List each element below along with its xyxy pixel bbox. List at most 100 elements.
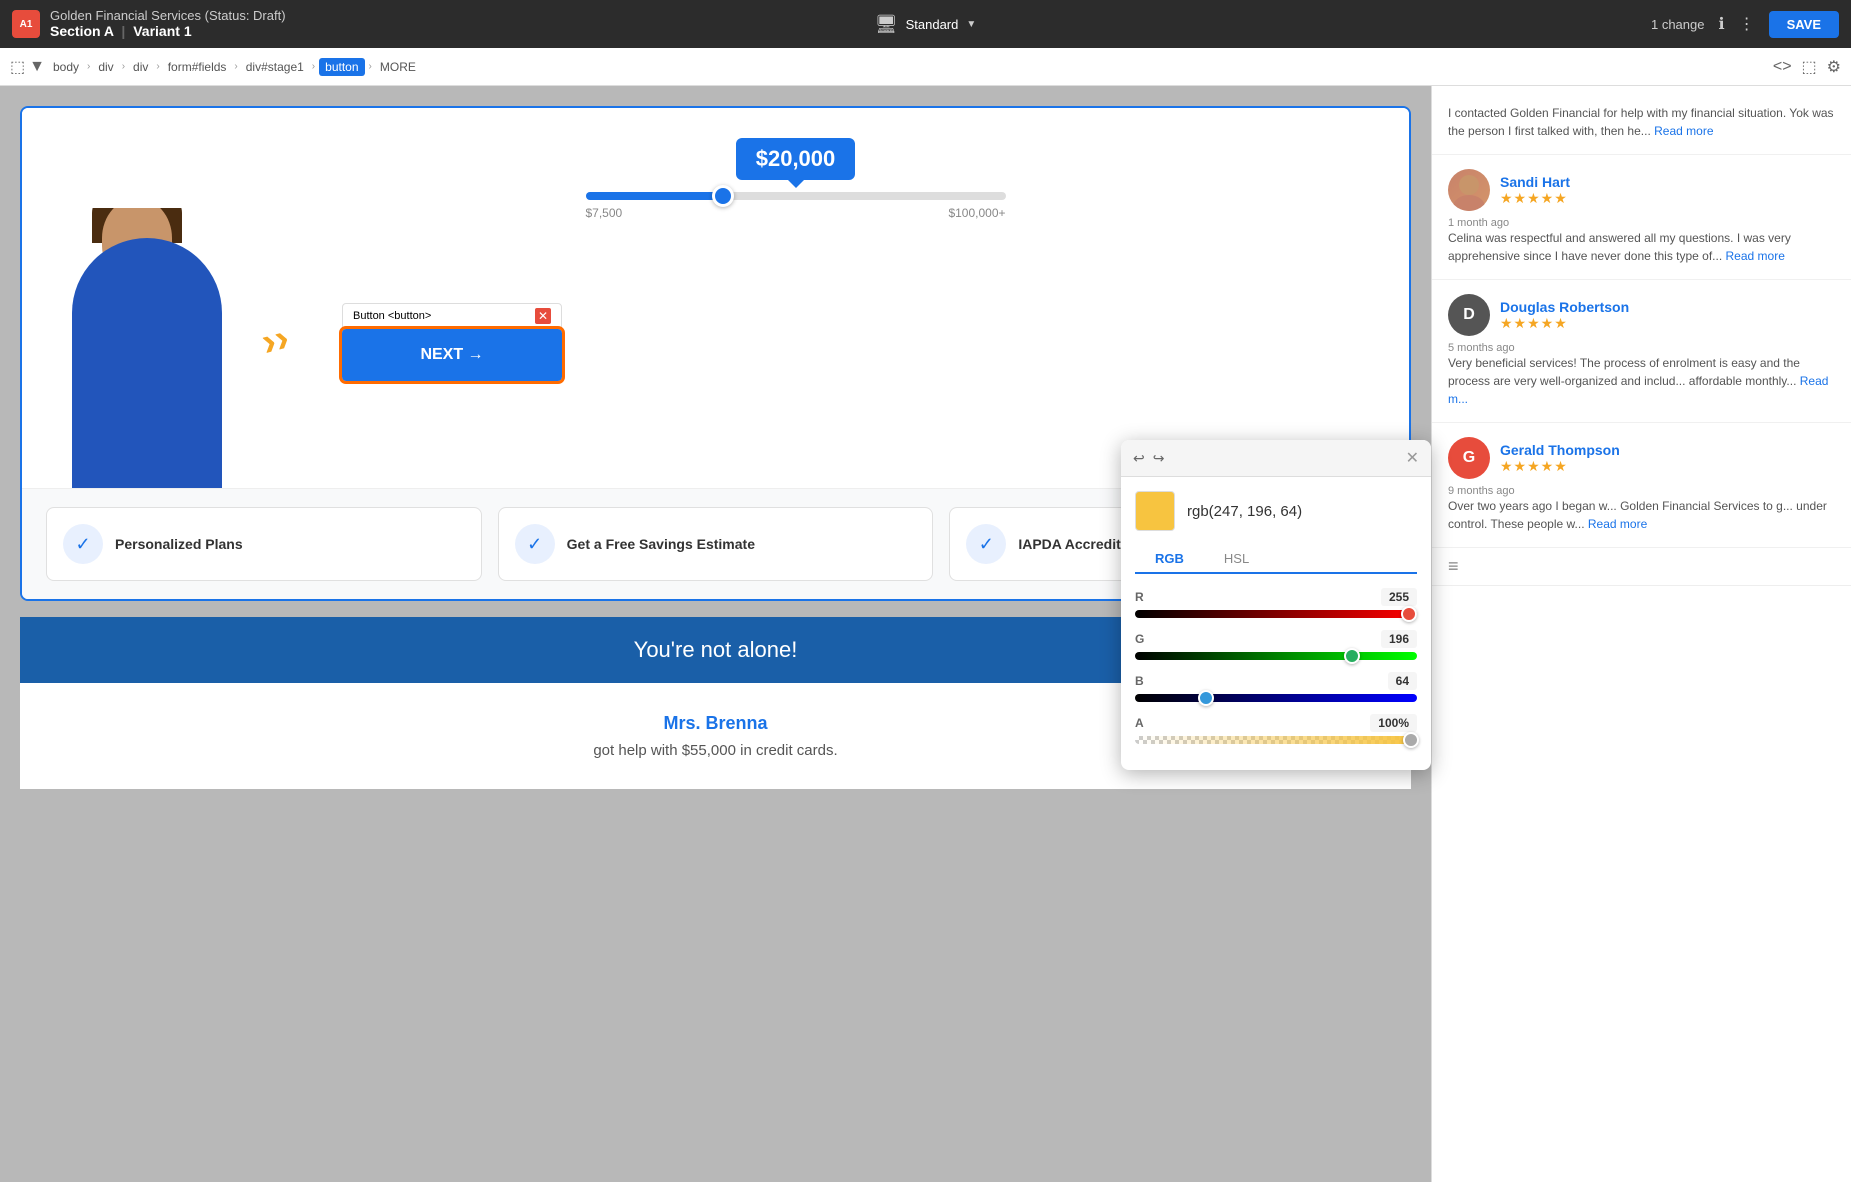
slider-section: $20,000 $7,500 $100,000+	[222, 138, 1369, 260]
check-icon-1: ✓	[63, 524, 103, 564]
slider-fill	[586, 192, 720, 200]
breadcrumb: ⬚ ▼ body › div › div › form#fields › div…	[0, 48, 1851, 86]
align-icon[interactable]: ≡	[1448, 556, 1459, 577]
section-title: Section A | Variant 1	[50, 23, 286, 40]
review-info-gerald: Gerald Thompson ★★★★★	[1500, 442, 1620, 475]
review-header-gerald: G Gerald Thompson ★★★★★	[1448, 437, 1835, 479]
right-panel: I contacted Golden Financial for help wi…	[1431, 86, 1851, 1182]
cp-label-b: B	[1135, 674, 1144, 688]
tooltip-close-button[interactable]: ✕	[535, 308, 551, 324]
debt-slider[interactable]	[586, 192, 1006, 200]
cp-redo-button[interactable]: ↪	[1153, 450, 1165, 467]
cp-label-r: R	[1135, 590, 1144, 604]
info-icon[interactable]: ℹ	[1718, 14, 1724, 34]
review-text-sandi: Celina was respectful and answered all m…	[1448, 229, 1835, 265]
amount-display: $20,000	[736, 138, 856, 180]
cp-tab-hsl[interactable]: HSL	[1204, 545, 1269, 572]
app-status: Golden Financial Services (Status: Draft…	[50, 8, 286, 24]
cp-label-g: G	[1135, 632, 1144, 646]
cp-preview-row: rgb(247, 196, 64)	[1135, 491, 1417, 531]
reviewer-name-gerald: Gerald Thompson	[1500, 442, 1620, 458]
cp-label-a: A	[1135, 716, 1144, 730]
top-bar-right: 1 change ℹ ⋮ SAVE	[1651, 11, 1839, 38]
cp-undo-button[interactable]: ↩	[1133, 450, 1145, 467]
review-item-gerald: G Gerald Thompson ★★★★★ 9 months ago Ove…	[1432, 423, 1851, 548]
main-layout: $20,000 $7,500 $100,000+	[0, 86, 1851, 1182]
breadcrumb-form[interactable]: form#fields	[164, 58, 231, 76]
avatar-sandi-img	[1448, 169, 1490, 211]
review-text-gerald: Over two years ago I began w... Golden F…	[1448, 497, 1835, 533]
button-tooltip-wrapper: Button <button> ✕ NEXT →	[342, 303, 562, 381]
review-text-first: I contacted Golden Financial for help wi…	[1448, 104, 1835, 140]
slider-thumb[interactable]	[712, 185, 734, 207]
cp-value-r: 255	[1381, 588, 1417, 606]
code-view-icon[interactable]: <>	[1773, 58, 1792, 76]
cp-thumb-b[interactable]	[1198, 690, 1214, 706]
cp-thumb-r[interactable]	[1401, 606, 1417, 622]
cp-track-r[interactable]	[1135, 610, 1417, 618]
avatar-gerald: G	[1448, 437, 1490, 479]
slider-labels: $7,500 $100,000+	[586, 206, 1006, 220]
stars-gerald: ★★★★★	[1500, 458, 1620, 475]
cp-value-g: 196	[1381, 630, 1417, 648]
woman-image	[52, 208, 252, 488]
cp-thumb-g[interactable]	[1344, 648, 1360, 664]
stars-douglas: ★★★★★	[1500, 315, 1629, 332]
check-icon-3: ✓	[966, 524, 1006, 564]
feature-savings-estimate: ✓ Get a Free Savings Estimate	[498, 507, 934, 581]
review-time-gerald: 9 months ago	[1448, 485, 1835, 497]
cp-tab-rgb[interactable]: RGB	[1135, 545, 1204, 574]
read-more-sandi[interactable]: Read more	[1726, 249, 1785, 263]
breadcrumb-div1[interactable]: div	[94, 58, 117, 76]
color-swatch[interactable]	[1135, 491, 1175, 531]
feature-personalized-plans: ✓ Personalized Plans	[46, 507, 482, 581]
device-view-icon[interactable]: ⬚	[1802, 57, 1817, 77]
more-options-icon[interactable]: ⋮	[1739, 14, 1755, 34]
save-button[interactable]: SAVE	[1769, 11, 1839, 38]
panel-icon-row: ≡	[1432, 548, 1851, 586]
review-time-sandi: 1 month ago	[1448, 217, 1835, 229]
settings-icon[interactable]: ⚙	[1827, 57, 1841, 77]
review-header-sandi: Sandi Hart ★★★★★	[1448, 169, 1835, 211]
preview-inner: $20,000 $7,500 $100,000+	[22, 108, 1409, 488]
cp-value-b: 64	[1388, 672, 1417, 690]
check-icon-2: ✓	[515, 524, 555, 564]
breadcrumb-div2[interactable]: div	[129, 58, 152, 76]
avatar-douglas: D	[1448, 294, 1490, 336]
review-item-first: I contacted Golden Financial for help wi…	[1432, 86, 1851, 155]
changes-count: 1 change	[1651, 17, 1705, 32]
slider-max: $100,000+	[948, 206, 1005, 220]
feature-label-2: Get a Free Savings Estimate	[567, 536, 755, 552]
chevron-down-icon[interactable]: ▼	[29, 58, 45, 76]
chevron-down-icon[interactable]: ▼	[966, 19, 976, 30]
app-icon: A1	[12, 10, 40, 38]
read-more-gerald[interactable]: Read more	[1588, 517, 1647, 531]
cp-thumb-a[interactable]	[1403, 732, 1419, 748]
standard-label: Standard	[906, 17, 959, 32]
next-button[interactable]: NEXT →	[342, 329, 562, 381]
button-tooltip-header: Button <button> ✕	[342, 303, 562, 329]
tooltip-label: Button <button>	[353, 310, 431, 322]
app-icon-letter: A1	[20, 19, 33, 30]
expand-icon[interactable]: ⬚	[10, 57, 25, 77]
cp-tabs: RGB HSL	[1135, 545, 1417, 574]
breadcrumb-div-stage[interactable]: div#stage1	[242, 58, 308, 76]
arrow-decoration: ››	[257, 315, 294, 365]
breadcrumb-body[interactable]: body	[49, 58, 83, 76]
breadcrumb-more[interactable]: MORE	[376, 58, 420, 76]
avatar-sandi	[1448, 169, 1490, 211]
view-selector: 🖥 Standard ▼	[875, 14, 977, 35]
review-item-sandi: Sandi Hart ★★★★★ 1 month ago Celina was …	[1432, 155, 1851, 280]
review-item-douglas: D Douglas Robertson ★★★★★ 5 months ago V…	[1432, 280, 1851, 423]
cp-close-button[interactable]: ✕	[1406, 448, 1419, 468]
cp-track-a[interactable]	[1135, 736, 1417, 744]
cp-titlebar: ↩ ↪ ✕	[1121, 440, 1431, 477]
review-text-douglas: Very beneficial services! The process of…	[1448, 354, 1835, 408]
cp-track-b[interactable]	[1135, 694, 1417, 702]
stars-sandi: ★★★★★	[1500, 190, 1570, 207]
top-bar: A1 Golden Financial Services (Status: Dr…	[0, 0, 1851, 48]
read-more-first[interactable]: Read more	[1654, 124, 1713, 138]
cp-track-g[interactable]	[1135, 652, 1417, 660]
banner-text: You're not alone!	[634, 637, 798, 662]
breadcrumb-button[interactable]: button	[319, 58, 364, 76]
